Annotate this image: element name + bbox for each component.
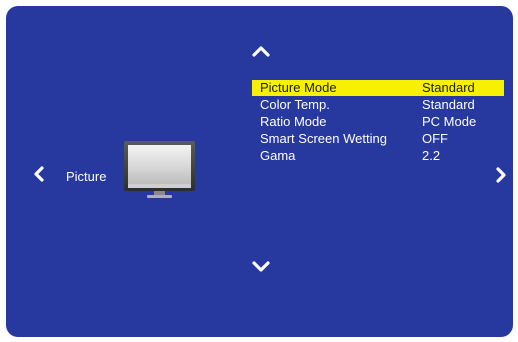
osd-settings-panel: Picture Picture Mode Standard Color Temp… <box>6 6 513 337</box>
menu-value: Standard <box>422 97 475 112</box>
menu-row-color-temp[interactable]: Color Temp. Standard <box>252 97 504 113</box>
menu-value: PC Mode <box>422 114 477 129</box>
menu-row-picture-mode[interactable]: Picture Mode Standard <box>252 80 504 96</box>
menu-label: Picture Mode <box>260 80 337 95</box>
chevron-up-icon[interactable] <box>252 45 270 57</box>
menu-label: Ratio Mode <box>260 114 327 129</box>
menu-row-smart-screen-wetting[interactable]: Smart Screen Wetting OFF <box>252 131 504 147</box>
menu-label: Smart Screen Wetting <box>260 131 387 146</box>
section-label: Picture <box>66 169 107 184</box>
menu-row-gama[interactable]: Gama 2.2 <box>252 148 504 164</box>
menu-value: 2.2 <box>422 148 441 163</box>
chevron-left-icon[interactable] <box>34 166 44 182</box>
menu-value: Standard <box>422 80 475 95</box>
chevron-down-icon[interactable] <box>252 261 270 273</box>
tv-monitor-icon <box>123 140 196 200</box>
menu-label: Gama <box>260 148 296 163</box>
menu-label: Color Temp. <box>260 97 330 112</box>
menu-value: OFF <box>422 131 448 146</box>
menu-row-ratio-mode[interactable]: Ratio Mode PC Mode <box>252 114 504 130</box>
settings-menu: Picture Mode Standard Color Temp. Standa… <box>252 80 504 165</box>
chevron-right-icon[interactable] <box>496 167 506 183</box>
